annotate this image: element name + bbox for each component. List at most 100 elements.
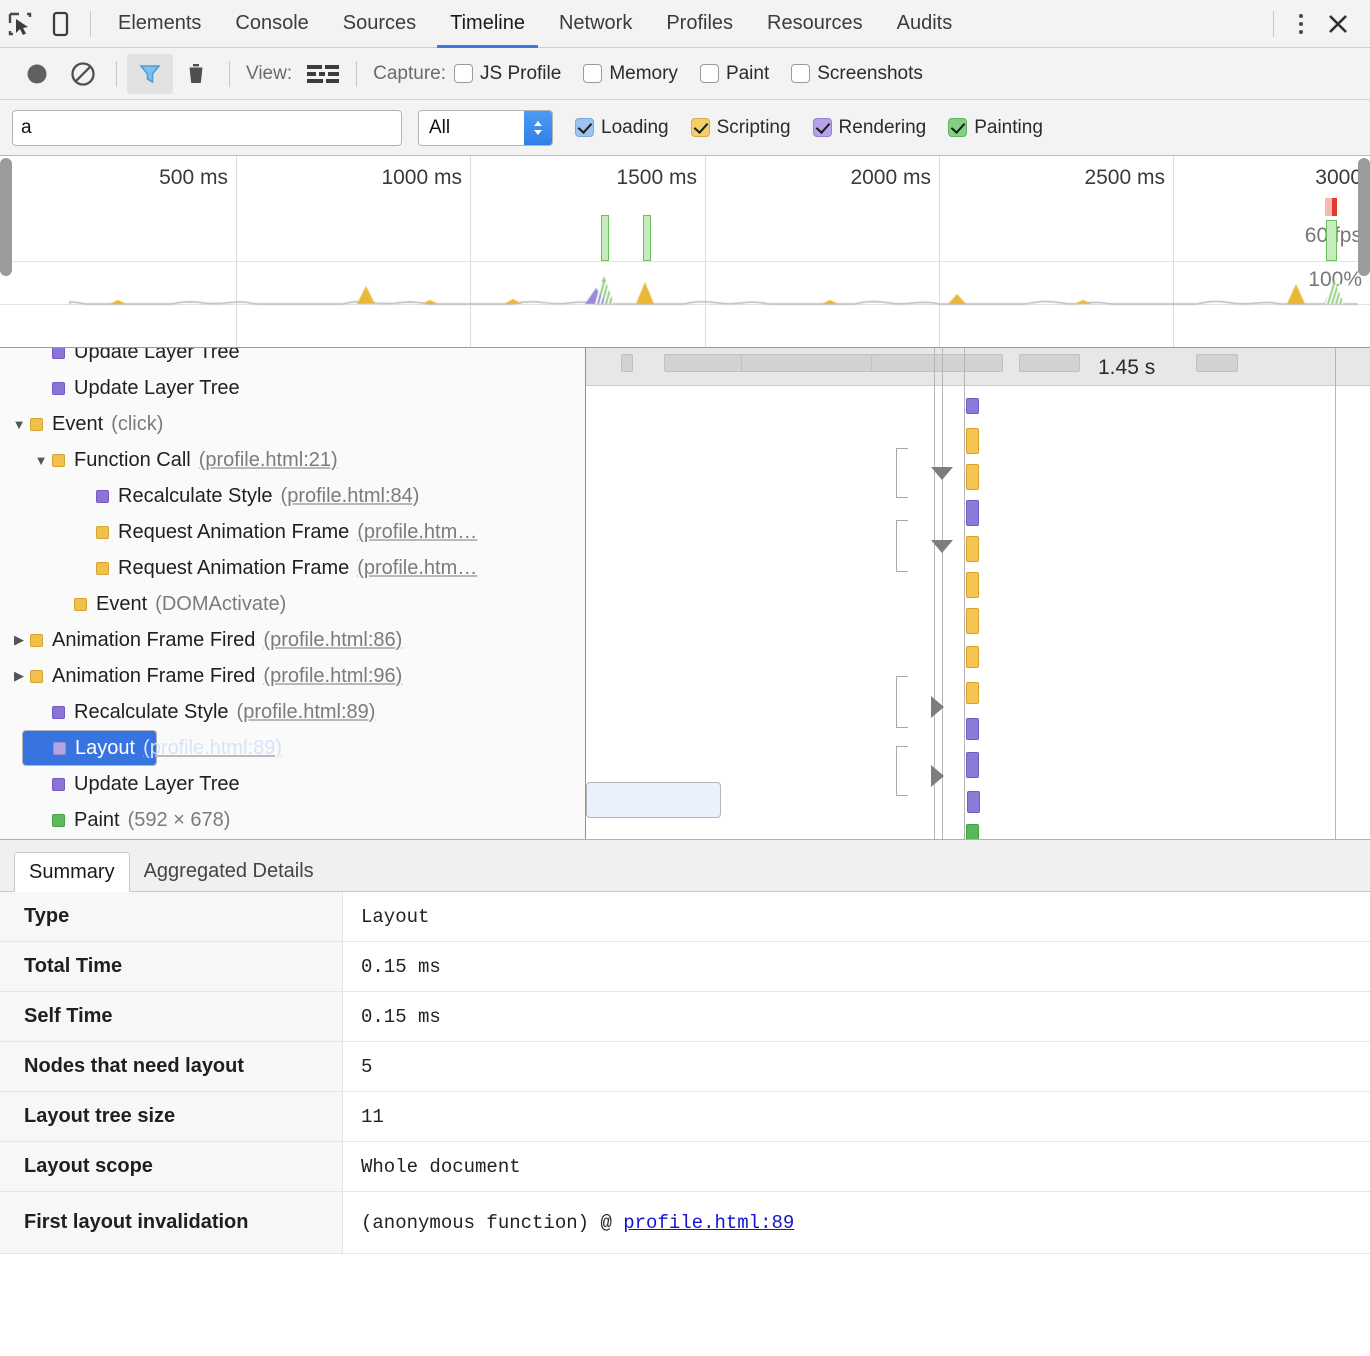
tree-row[interactable]: Update Layer Tree xyxy=(22,370,585,406)
frame-bar[interactable] xyxy=(1019,354,1080,372)
capture-screenshots[interactable]: Screenshots xyxy=(791,63,923,85)
frame-strip[interactable]: 1.45 s xyxy=(586,348,1370,386)
checkbox-scripting[interactable] xyxy=(691,118,710,137)
funnel-icon[interactable] xyxy=(127,54,173,94)
records-timeline-chart[interactable]: 1.45 s xyxy=(586,348,1370,839)
tree-row[interactable]: ▶Animation Frame Fired(profile.html:96) xyxy=(0,658,585,694)
chart-row[interactable] xyxy=(586,818,1370,839)
chart-row[interactable] xyxy=(586,386,1370,422)
tree-row[interactable]: Recalculate Style(profile.html:84) xyxy=(66,478,585,514)
chart-event-bar[interactable] xyxy=(966,824,979,839)
chevron-down-icon[interactable] xyxy=(931,467,953,480)
filter-scripting[interactable]: Scripting xyxy=(691,117,791,139)
chart-row[interactable] xyxy=(586,782,721,818)
frame-bar[interactable] xyxy=(664,354,749,372)
tab-elements[interactable]: Elements xyxy=(101,0,218,48)
summary-source-link[interactable]: profile.html:89 xyxy=(623,1212,794,1234)
chevron-right-icon[interactable]: ▶ xyxy=(8,668,30,684)
capture-memory[interactable]: Memory xyxy=(583,63,678,85)
tree-row-source-link[interactable]: (profile.html:89) xyxy=(237,701,376,724)
chart-event-bar[interactable] xyxy=(966,646,979,668)
chart-event-bar[interactable] xyxy=(966,682,979,704)
checkbox-rendering[interactable] xyxy=(813,118,832,137)
chart-event-bar[interactable] xyxy=(966,752,979,778)
frame-bar[interactable] xyxy=(871,354,1003,372)
chevron-down-icon[interactable] xyxy=(931,540,953,553)
chart-event-bar[interactable] xyxy=(966,428,979,454)
tab-resources[interactable]: Resources xyxy=(750,0,880,48)
tree-row-source-link[interactable]: (profile.html:89) xyxy=(143,737,282,760)
frame-bar[interactable] xyxy=(1196,354,1238,372)
frame-bar[interactable] xyxy=(621,354,633,372)
chart-event-bar[interactable] xyxy=(966,718,979,740)
filter-painting[interactable]: Painting xyxy=(948,117,1043,139)
flame-chart-view-icon[interactable] xyxy=(300,54,346,94)
tree-row[interactable]: Layout(profile.html:89) xyxy=(22,730,157,766)
close-icon[interactable] xyxy=(1318,4,1358,44)
chart-event-bar[interactable] xyxy=(967,791,980,813)
tree-row[interactable]: Event(DOMActivate) xyxy=(44,586,585,622)
no-entry-icon[interactable] xyxy=(60,54,106,94)
tree-row[interactable]: Update Layer Tree xyxy=(22,766,585,802)
chevron-down-icon[interactable]: ▼ xyxy=(30,453,52,468)
chevron-right-icon[interactable] xyxy=(931,765,944,787)
checkbox-painting[interactable] xyxy=(948,118,967,137)
chevron-right-icon[interactable]: ▶ xyxy=(8,632,30,648)
chevron-down-icon[interactable]: ▼ xyxy=(8,417,30,432)
tree-row-source-link[interactable]: (profile.html:21) xyxy=(199,449,338,472)
tree-row-source-link[interactable]: (profile.html:96) xyxy=(263,665,402,688)
capture-js-profile[interactable]: JS Profile xyxy=(454,63,561,85)
capture-paint[interactable]: Paint xyxy=(700,63,769,85)
tab-aggregated-details[interactable]: Aggregated Details xyxy=(130,851,328,891)
search-input[interactable] xyxy=(12,110,402,146)
tree-row[interactable]: ▼Function Call(profile.html:21) xyxy=(22,442,585,478)
tree-row[interactable]: Request Animation Frame(profile.htm… xyxy=(66,550,585,586)
overview-window-left-handle[interactable] xyxy=(0,158,12,276)
chart-event-bar[interactable] xyxy=(966,608,979,634)
checkbox-screenshots[interactable] xyxy=(791,64,810,83)
overview-window-right-handle[interactable] xyxy=(1358,158,1370,276)
checkbox-memory[interactable] xyxy=(583,64,602,83)
chart-row[interactable] xyxy=(586,638,1370,674)
inspect-element-icon[interactable] xyxy=(0,1,40,47)
tree-row-source-link[interactable]: (profile.html:86) xyxy=(263,629,402,652)
tree-row-source-link[interactable]: (profile.htm… xyxy=(357,557,477,580)
tree-row[interactable]: ▼Event(click) xyxy=(0,406,585,442)
checkbox-paint[interactable] xyxy=(700,64,719,83)
tree-row[interactable]: Request Animation Frame(profile.htm… xyxy=(66,514,585,550)
tree-row[interactable]: Update Layer Tree xyxy=(22,348,585,370)
tab-console[interactable]: Console xyxy=(218,0,325,48)
chart-row[interactable] xyxy=(586,530,1370,566)
tab-audits[interactable]: Audits xyxy=(880,0,970,48)
chart-row[interactable] xyxy=(586,422,1370,458)
chart-event-bar[interactable] xyxy=(966,536,979,562)
chart-event-bar[interactable] xyxy=(966,464,979,490)
tree-row[interactable]: ▶Animation Frame Fired(profile.html:86) xyxy=(0,622,585,658)
tree-row-source-link[interactable]: (profile.htm… xyxy=(357,521,477,544)
chart-row[interactable] xyxy=(586,674,1370,710)
chart-event-bar[interactable] xyxy=(966,398,979,414)
tab-sources[interactable]: Sources xyxy=(326,0,433,48)
chart-event-bar[interactable] xyxy=(966,500,979,526)
tree-row[interactable]: Recalculate Style(profile.html:89) xyxy=(22,694,585,730)
type-select[interactable]: All xyxy=(418,110,553,146)
tab-summary[interactable]: Summary xyxy=(14,852,130,892)
tree-row[interactable]: Paint(592 × 678) xyxy=(22,802,585,838)
records-tree[interactable]: Update Layer TreeUpdate Layer Tree▼Event… xyxy=(0,348,586,839)
checkbox-loading[interactable] xyxy=(575,118,594,137)
tab-network[interactable]: Network xyxy=(542,0,649,48)
filter-rendering[interactable]: Rendering xyxy=(813,117,927,139)
chart-row[interactable] xyxy=(586,494,1370,530)
more-options-icon[interactable] xyxy=(1284,7,1318,41)
record-circle-icon[interactable] xyxy=(14,54,60,94)
tab-timeline[interactable]: Timeline xyxy=(433,0,542,48)
chevron-updown-icon[interactable] xyxy=(524,111,552,145)
trash-icon[interactable] xyxy=(173,54,219,94)
tab-profiles[interactable]: Profiles xyxy=(649,0,750,48)
chart-row[interactable] xyxy=(586,566,1370,602)
device-toolbar-icon[interactable] xyxy=(40,1,80,47)
chart-row[interactable] xyxy=(586,458,1370,494)
chart-row[interactable] xyxy=(586,602,1370,638)
chart-row[interactable] xyxy=(586,710,1370,746)
filter-loading[interactable]: Loading xyxy=(575,117,669,139)
